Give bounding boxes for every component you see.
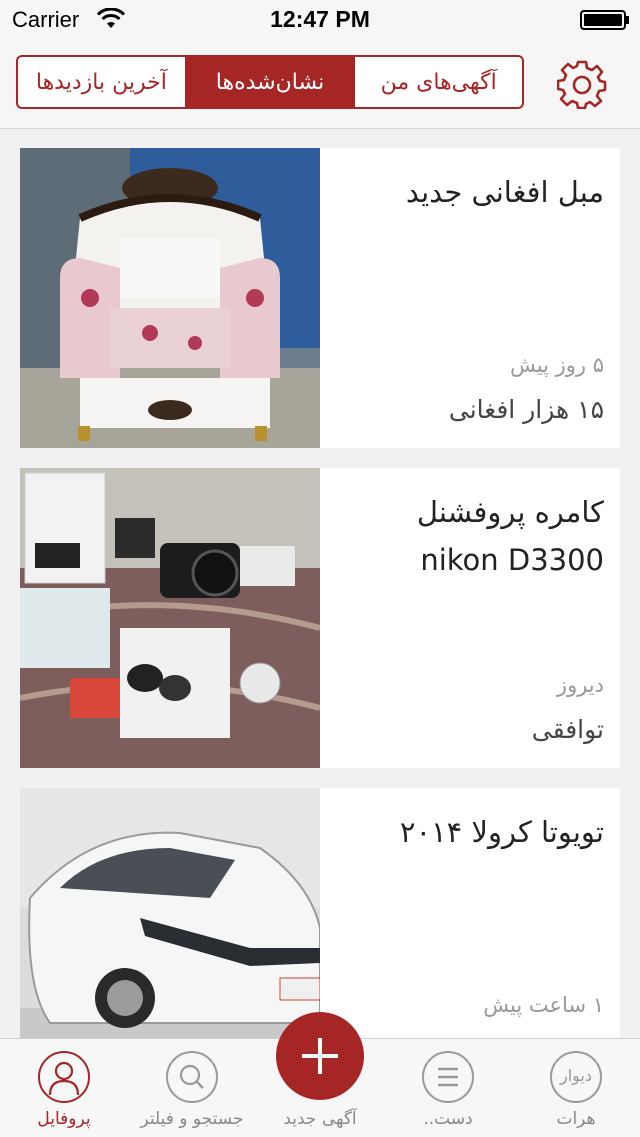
tab-profile[interactable]: پروفایل xyxy=(0,1039,128,1137)
segment-label: آگهی‌های من xyxy=(380,69,497,95)
tab-label: پروفایل xyxy=(37,1109,91,1129)
listing-title: مبل افغانی جدید xyxy=(405,175,604,209)
listing-title: کامره پروفشنل nikon D3300 xyxy=(416,495,604,577)
tab-city[interactable]: دیوار هرات xyxy=(512,1039,640,1137)
plus-icon xyxy=(302,1038,338,1074)
search-icon xyxy=(166,1051,218,1103)
segment-recent-views[interactable]: آخرین بازدیدها xyxy=(18,57,185,107)
segment-my-ads[interactable]: آگهی‌های من xyxy=(353,57,522,107)
listing-feed: مبل افغانی جدید ۵ روز پیش ۱۵ هزار افغانی xyxy=(20,148,620,1108)
divar-logo-text: دیوار xyxy=(559,1066,592,1085)
tab-label: جستجو و فیلتر xyxy=(140,1109,244,1129)
tab-label: دست.. xyxy=(423,1109,473,1129)
listing-price: ۱۵ هزار افغانی xyxy=(448,395,604,424)
listing-title: تویوتا کرولا ۲۰۱۴ xyxy=(399,815,604,849)
listing-price: توافقی xyxy=(531,715,604,744)
listing-card[interactable]: مبل افغانی جدید ۵ روز پیش ۱۵ هزار افغانی xyxy=(20,148,620,448)
segment-bookmarks[interactable]: نشان‌شده‌ها xyxy=(184,57,354,107)
listing-card[interactable]: کامره پروفشنل nikon D3300 دیروز توافقی xyxy=(20,468,620,768)
tab-label: هرات xyxy=(556,1109,596,1129)
tab-search[interactable]: جستجو و فیلتر xyxy=(128,1039,256,1137)
status-bar: Carrier 12:47 PM xyxy=(0,0,640,40)
battery-icon xyxy=(580,10,629,30)
segment-label: نشان‌شده‌ها xyxy=(215,69,325,95)
person-icon xyxy=(38,1051,90,1103)
listing-image-camera-kit xyxy=(20,468,320,768)
divar-logo-icon: دیوار xyxy=(550,1051,602,1103)
tab-categories[interactable]: دست.. xyxy=(384,1039,512,1137)
listing-time: ۵ روز پیش xyxy=(509,353,604,377)
header-bar: آخرین بازدیدها نشان‌شده‌ها آگهی‌های من xyxy=(0,40,640,129)
listing-time: ۱ ساعت پیش xyxy=(483,993,604,1017)
listing-time: دیروز xyxy=(556,673,604,697)
status-time: 12:47 PM xyxy=(270,6,370,32)
tab-label: آگهی جدید xyxy=(283,1109,357,1129)
list-icon xyxy=(422,1051,474,1103)
new-ad-button[interactable] xyxy=(276,1012,364,1100)
segment-label: آخرین بازدیدها xyxy=(35,69,167,95)
gear-icon[interactable] xyxy=(557,59,607,109)
segmented-control: آخرین بازدیدها نشان‌شده‌ها آگهی‌های من xyxy=(16,55,524,109)
listing-image-armchair xyxy=(20,148,320,448)
